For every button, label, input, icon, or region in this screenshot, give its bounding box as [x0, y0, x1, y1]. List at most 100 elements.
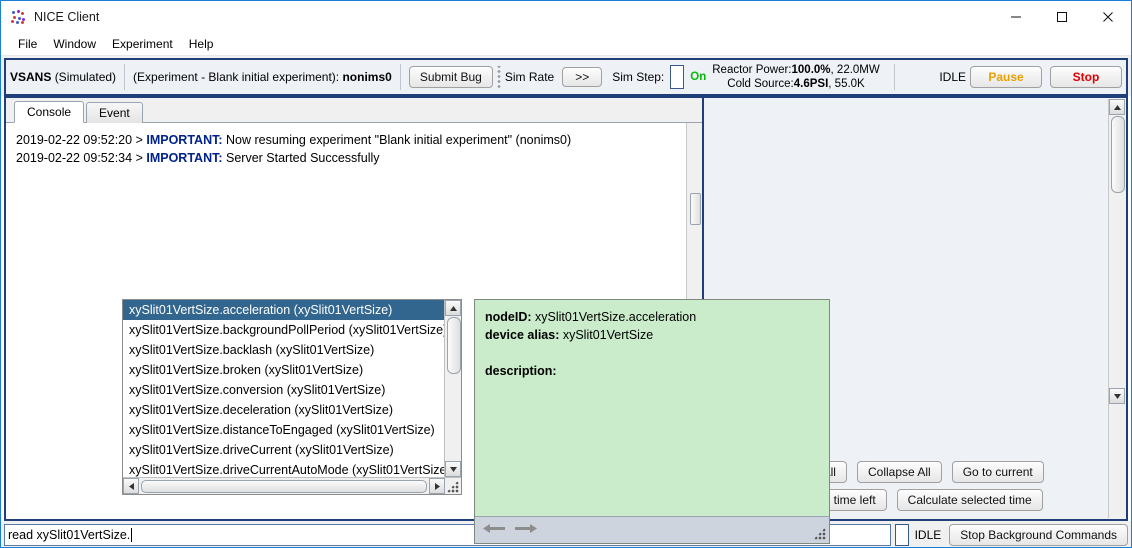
tooltip-footer: [475, 516, 829, 543]
tooltip-body: nodeID: xySlit01VertSize.acceleration de…: [475, 300, 829, 516]
status-strip: VSANS (Simulated) (Experiment - Blank in…: [4, 58, 1128, 96]
tooltip-description-label: description:: [485, 364, 557, 378]
experiment-id: nonims0: [342, 70, 392, 84]
submit-bug-button[interactable]: Submit Bug: [408, 66, 493, 88]
list-item[interactable]: xySlit01VertSize.deceleration (xySlit01V…: [123, 400, 461, 420]
title-bar: NICE Client: [1, 1, 1131, 33]
console-tabs: Console Event: [6, 98, 702, 123]
autocomplete-popup: xySlit01VertSize.acceleration (xySlit01V…: [122, 299, 462, 495]
cold-source-extra: , 55.0K: [828, 78, 865, 90]
pause-button[interactable]: Pause: [970, 66, 1042, 88]
console-line: 2019-02-22 09:52:34 > IMPORTANT: Server …: [16, 149, 702, 167]
command-run-state: IDLE: [914, 527, 942, 542]
menu-item-help[interactable]: Help: [181, 35, 222, 53]
list-item[interactable]: xySlit01VertSize.distanceToEngaged (xySl…: [123, 420, 461, 440]
menu-item-file[interactable]: File: [10, 35, 45, 53]
command-input-value: read xySlit01VertSize.: [8, 527, 131, 542]
log-level: IMPORTANT:: [146, 133, 223, 147]
tooltip-alias-label: device alias:: [485, 328, 560, 342]
menu-item-experiment[interactable]: Experiment: [104, 35, 181, 53]
maximize-icon[interactable]: [1039, 1, 1085, 33]
cold-source-value: 4.6PSI: [793, 78, 829, 90]
instrument-name: VSANS: [10, 70, 52, 84]
log-arrow: >: [135, 133, 143, 147]
tooltip-nodeid-value: xySlit01VertSize.acceleration: [535, 310, 697, 324]
scroll-up-icon[interactable]: [445, 300, 461, 316]
list-item[interactable]: xySlit01VertSize.conversion (xySlit01Ver…: [123, 380, 461, 400]
scroll-down-icon[interactable]: [1109, 388, 1125, 404]
list-item[interactable]: xySlit01VertSize.driveCurrent (xySlit01V…: [123, 440, 461, 460]
tooltip-alias-value: xySlit01VertSize: [562, 328, 654, 342]
menu-item-window[interactable]: Window: [45, 35, 104, 53]
list-item[interactable]: xySlit01VertSize.backgroundPollPeriod (x…: [123, 320, 461, 340]
command-busy-indicator: [894, 523, 909, 546]
reactor-power-label: Reactor Power:: [712, 64, 792, 76]
scroll-down-icon[interactable]: [445, 461, 461, 477]
divider: [124, 64, 126, 90]
toolbar-grip-icon[interactable]: [496, 66, 501, 88]
sim-rate-increase-button[interactable]: >>: [562, 67, 603, 87]
resize-grip-icon[interactable]: [447, 481, 459, 493]
tooltip-spacer: [485, 344, 819, 362]
scroll-right-icon[interactable]: [429, 478, 445, 494]
autocomplete-scroll-thumb[interactable]: [447, 317, 461, 374]
scroll-up-icon[interactable]: [1109, 99, 1125, 115]
sim-step-label: Sim Step:: [612, 70, 665, 84]
stop-button[interactable]: Stop: [1050, 66, 1122, 88]
close-icon[interactable]: [1085, 1, 1131, 33]
log-arrow: >: [135, 151, 143, 165]
console-line: 2019-02-22 09:52:20 > IMPORTANT: Now res…: [16, 131, 702, 149]
list-item[interactable]: xySlit01VertSize.backlash (xySlit01VertS…: [123, 340, 461, 360]
collapse-all-button[interactable]: Collapse All: [856, 461, 942, 483]
forward-arrow-icon[interactable]: [515, 523, 537, 537]
log-timestamp: 2019-02-22 09:52:20: [16, 133, 133, 147]
reactor-power-extra: , 22.0MW: [830, 64, 880, 76]
divider: [893, 64, 895, 90]
tree-vertical-scrollbar[interactable]: [1108, 99, 1125, 518]
log-timestamp: 2019-02-22 09:52:34: [16, 151, 133, 165]
tooltip-description-row: description:: [485, 362, 819, 380]
minimize-icon[interactable]: [993, 1, 1039, 33]
log-message: Now resuming experiment "Blank initial e…: [226, 133, 572, 147]
sim-rate-label: Sim Rate: [504, 70, 555, 84]
autocomplete-vertical-scrollbar[interactable]: [444, 300, 461, 477]
sim-step-input[interactable]: [670, 65, 685, 89]
autocomplete-hscroll-thumb[interactable]: [141, 480, 427, 493]
experiment-label: (Experiment - Blank initial experiment):: [133, 70, 340, 84]
list-item[interactable]: xySlit01VertSize.driveCurrentAutoMode (x…: [123, 460, 461, 477]
run-state-label: IDLE: [939, 70, 966, 84]
menu-bar: File Window Experiment Help: [1, 33, 1131, 56]
window-title: NICE Client: [34, 10, 100, 24]
back-arrow-icon[interactable]: [483, 523, 505, 537]
divider: [399, 64, 401, 90]
list-item[interactable]: xySlit01VertSize.acceleration (xySlit01V…: [123, 300, 461, 320]
reactor-power-value: 100.0%: [791, 64, 831, 76]
list-item[interactable]: xySlit01VertSize.broken (xySlit01VertSiz…: [123, 360, 461, 380]
autocomplete-horizontal-scrollbar[interactable]: [123, 477, 461, 494]
tooltip-alias-row: device alias: xySlit01VertSize: [485, 326, 819, 344]
log-level: IMPORTANT:: [146, 151, 223, 165]
instrument-mode: (Simulated): [54, 70, 117, 84]
tab-console[interactable]: Console: [14, 101, 85, 123]
sim-on-indicator: On: [690, 71, 707, 83]
log-message: Server Started Successfully: [226, 151, 380, 165]
stop-button-label: Stop: [1072, 70, 1100, 84]
go-to-current-button[interactable]: Go to current: [951, 461, 1044, 483]
nice-logo-icon: [10, 9, 26, 25]
reactor-status: Reactor Power:100.0%, 22.0MW Cold Source…: [706, 63, 886, 91]
tree-scroll-thumb[interactable]: [1111, 116, 1125, 193]
tooltip-nodeid-label: nodeID:: [485, 310, 532, 324]
node-description-tooltip: nodeID: xySlit01VertSize.acceleration de…: [474, 299, 830, 544]
tab-event[interactable]: Event: [86, 102, 143, 123]
text-caret: [131, 527, 133, 542]
pause-button-label: Pause: [988, 70, 1024, 84]
scroll-left-icon[interactable]: [123, 478, 139, 494]
tooltip-resize-grip-icon[interactable]: [814, 528, 826, 540]
tooltip-nodeid-row: nodeID: xySlit01VertSize.acceleration: [485, 308, 819, 326]
console-scroll-thumb[interactable]: [690, 193, 701, 225]
stop-background-commands-button[interactable]: Stop Background Commands: [949, 523, 1128, 546]
autocomplete-list: xySlit01VertSize.acceleration (xySlit01V…: [123, 300, 461, 477]
window-controls: [993, 1, 1131, 33]
status-strip-wrapper: VSANS (Simulated) (Experiment - Blank in…: [1, 56, 1131, 96]
calculate-selected-time-button[interactable]: Calculate selected time: [896, 489, 1043, 511]
